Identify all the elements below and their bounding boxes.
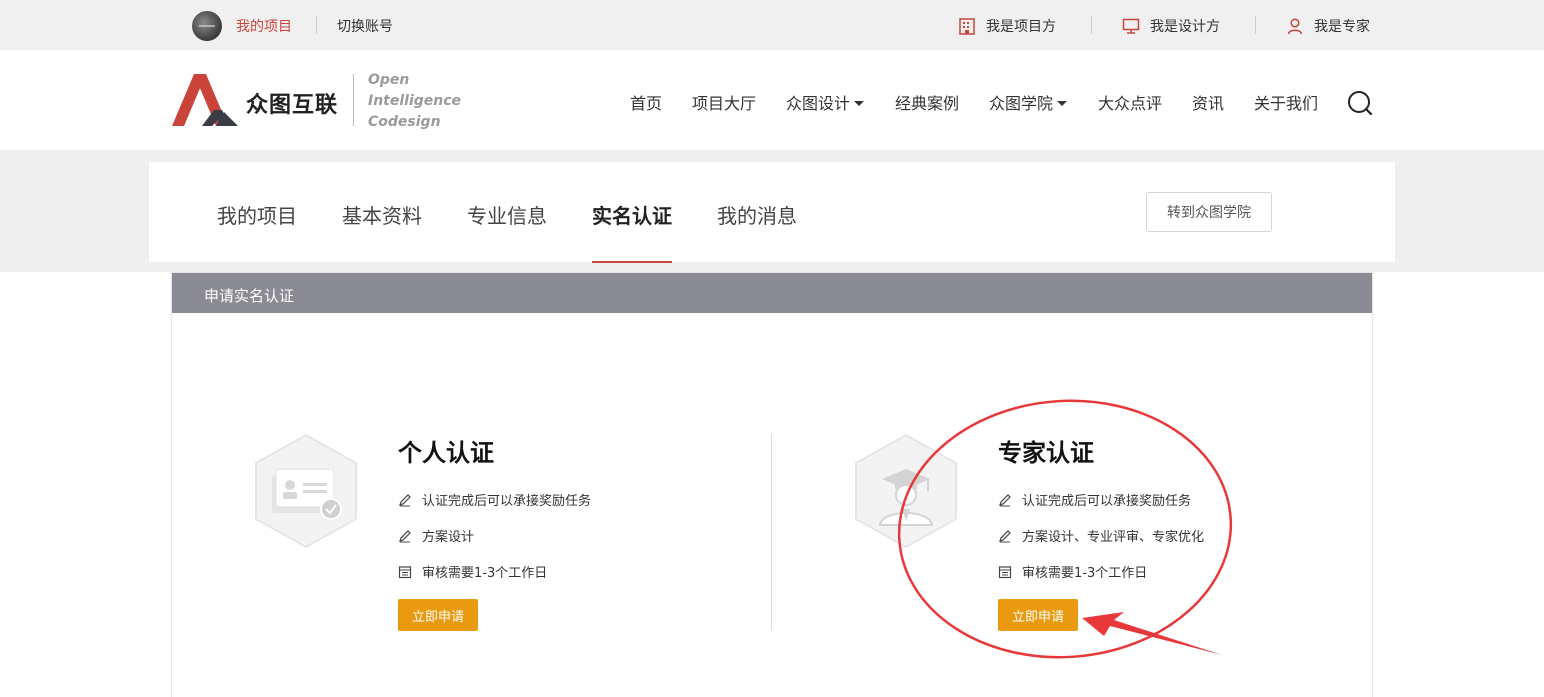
logo-divider — [353, 74, 354, 126]
calendar-icon — [398, 565, 412, 578]
expert-auth-line: 方案设计、专业评审、专家优化 — [998, 526, 1204, 545]
go-to-academy-button[interactable]: 转到众图学院 — [1146, 192, 1272, 232]
divider — [316, 16, 317, 34]
switch-account-link[interactable]: 切换账号 — [337, 16, 393, 36]
personal-auth-line: 认证完成后可以承接奖励任务 — [398, 490, 591, 509]
pencil-icon — [399, 493, 411, 506]
nav-project-hall[interactable]: 项目大厅 — [692, 90, 756, 114]
logo-text[interactable]: 众图互联 — [246, 87, 338, 119]
divider — [1091, 16, 1092, 34]
divider — [1255, 16, 1256, 34]
expert-auth-title: 专家认证 — [998, 439, 1094, 467]
pencil-icon — [999, 529, 1011, 542]
pencil-icon — [999, 493, 1011, 506]
nav-design-dropdown[interactable]: 众图设计 — [786, 90, 865, 114]
my-projects-link[interactable]: 我的项目 — [236, 16, 292, 36]
building-icon — [959, 18, 975, 35]
panel-header — [172, 273, 1372, 313]
panel-title: 申请实名认证 — [204, 287, 295, 305]
apply-expert-auth-button[interactable]: 立即申请 — [998, 599, 1078, 631]
nav-classic-cases[interactable]: 经典案例 — [895, 90, 959, 114]
nav-reviews[interactable]: 大众点评 — [1098, 90, 1162, 114]
role-designer-link[interactable]: 我是设计方 — [1122, 16, 1220, 36]
role-expert-link[interactable]: 我是专家 — [1286, 16, 1370, 36]
role-label: 我是项目方 — [986, 19, 1056, 35]
card-divider — [771, 434, 772, 630]
personal-auth-line: 审核需要1-3个工作日 — [398, 562, 547, 581]
personal-auth-title: 个人认证 — [398, 439, 494, 467]
pencil-icon — [399, 529, 411, 542]
monitor-icon — [1122, 18, 1140, 34]
active-tab-indicator — [592, 261, 672, 263]
avatar[interactable] — [192, 11, 222, 41]
user-icon — [1287, 18, 1303, 35]
calendar-icon — [998, 565, 1012, 578]
nav-news[interactable]: 资讯 — [1192, 90, 1224, 114]
logo-subtitle: Open Intelligence Codesign — [368, 72, 462, 130]
role-project-owner-link[interactable]: 我是项目方 — [958, 16, 1056, 36]
apply-personal-auth-button[interactable]: 立即申请 — [398, 599, 478, 631]
role-label: 我是设计方 — [1150, 19, 1220, 35]
logo-mark-icon[interactable] — [172, 72, 240, 128]
caret-down-icon — [1057, 100, 1068, 106]
id-card-icon — [255, 434, 357, 548]
tab-basic-info[interactable]: 基本资料 — [342, 200, 422, 229]
tab-professional-info[interactable]: 专业信息 — [467, 200, 547, 229]
expert-graduate-icon — [855, 434, 957, 548]
tab-my-messages[interactable]: 我的消息 — [717, 200, 797, 229]
personal-auth-line: 方案设计 — [398, 526, 474, 545]
top-bar: 我的项目 切换账号 我是项目方 我是设计方 我是专家 — [0, 0, 1544, 50]
role-label: 我是专家 — [1314, 19, 1370, 35]
tab-real-name-auth[interactable]: 实名认证 — [592, 200, 672, 229]
nav-academy-dropdown[interactable]: 众图学院 — [989, 90, 1068, 114]
nav-home[interactable]: 首页 — [630, 90, 662, 114]
tab-my-projects[interactable]: 我的项目 — [217, 200, 297, 229]
caret-down-icon — [854, 100, 865, 106]
expert-auth-line: 审核需要1-3个工作日 — [998, 562, 1147, 581]
search-icon[interactable] — [1347, 90, 1373, 116]
expert-auth-line: 认证完成后可以承接奖励任务 — [998, 490, 1191, 509]
nav-about-us[interactable]: 关于我们 — [1254, 90, 1318, 114]
